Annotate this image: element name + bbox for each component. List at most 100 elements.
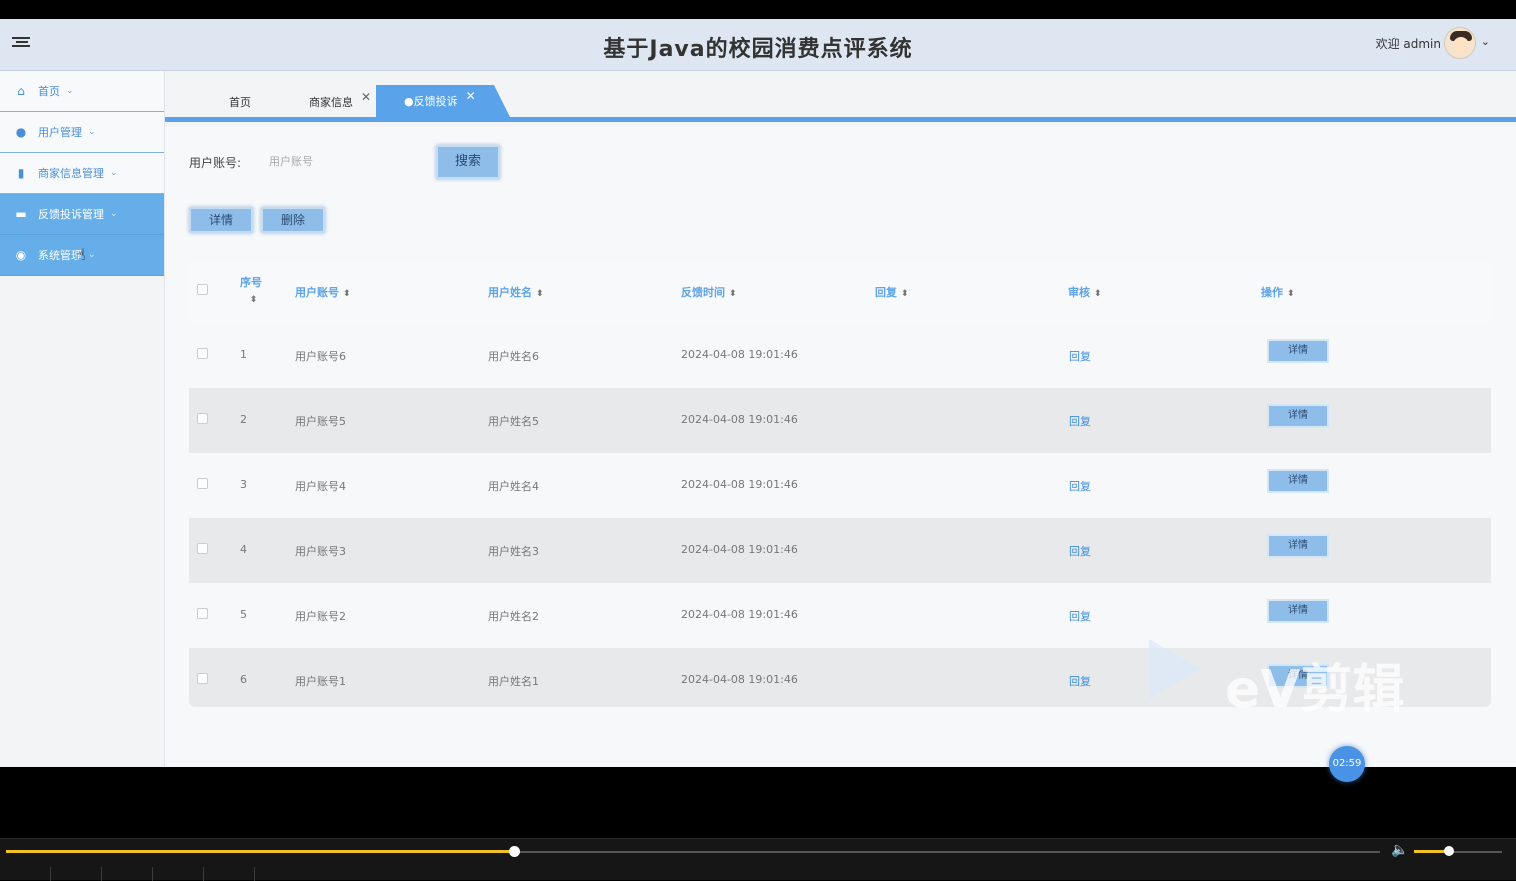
sidebar-item-feedback[interactable]: ▬ 反馈投诉管理 ⌄ [0, 194, 164, 235]
row-detail-button[interactable]: 详情 [1267, 339, 1329, 363]
row-checkbox[interactable] [197, 543, 208, 554]
column-header-name[interactable]: 用户姓名 ⬍ [488, 284, 544, 300]
row-time: 2024-04-08 19:01:46 [681, 348, 798, 361]
row-checkbox[interactable] [197, 413, 208, 424]
column-header-label: 审核 [1068, 286, 1090, 299]
row-time: 2024-04-08 19:01:46 [681, 608, 798, 621]
avatar[interactable] [1444, 27, 1476, 59]
column-header-time[interactable]: 反馈时间 ⬍ [681, 284, 737, 300]
row-name: 用户姓名4 [488, 480, 539, 493]
row-review-link[interactable]: 回复 [1069, 478, 1091, 494]
close-icon[interactable]: ✕ [466, 89, 476, 103]
row-checkbox[interactable] [197, 608, 208, 619]
row-account: 用户账号2 [295, 610, 346, 623]
row-checkbox[interactable] [197, 673, 208, 684]
control-strip [0, 867, 1516, 881]
welcome-text: 欢迎 admin [1375, 37, 1441, 51]
sort-icon[interactable]: ⬍ [1094, 289, 1102, 299]
delete-button[interactable]: 删除 [261, 207, 325, 233]
progress-handle[interactable] [509, 846, 521, 857]
sidebar-item-merchants[interactable]: ▮ 商家信息管理 ⌄ [0, 153, 164, 194]
row-time: 2024-04-08 19:01:46 [681, 478, 798, 491]
row-account: 用户账号3 [295, 545, 346, 558]
sidebar-item-label: 反馈投诉管理 [38, 208, 104, 221]
row-review-link[interactable]: 回复 [1069, 608, 1091, 624]
row-name: 用户姓名6 [488, 350, 539, 363]
row-account: 用户账号6 [295, 350, 346, 363]
sidebar-item-label: 首页 [38, 85, 60, 98]
column-header-review[interactable]: 审核 ⬍ [1068, 284, 1102, 300]
top-header: 基于Java的校园消费点评系统 欢迎 admin ⌄ [0, 19, 1516, 71]
detail-button[interactable]: 详情 [189, 207, 253, 233]
column-header-label: 操作 [1261, 286, 1283, 299]
tab-feedback[interactable]: ●反馈投诉 ✕ [376, 85, 510, 117]
row-detail-button[interactable]: 详情 [1267, 469, 1329, 493]
row-review-link[interactable]: 回复 [1069, 543, 1091, 559]
column-header-reply[interactable]: 回复 ⬍ [875, 284, 909, 300]
tab-bar: 首页 商家信息 ✕ ●反馈投诉 ✕ [165, 71, 1516, 122]
divider [101, 867, 102, 881]
sort-icon[interactable]: ⬍ [1287, 289, 1295, 299]
column-header-label: 序号 [240, 276, 262, 289]
sort-icon[interactable]: ⬍ [343, 289, 351, 299]
row-time: 2024-04-08 19:01:46 [681, 543, 798, 556]
table-header: 序号 ⬍ 用户账号 ⬍ 用户姓名 ⬍ 反馈时间 ⬍ 回复 ⬍ 审核 ⬍ 操作 ⬍ [189, 262, 1491, 323]
volume-handle[interactable] [1444, 846, 1455, 856]
row-index: 2 [240, 413, 247, 426]
row-detail-button[interactable]: 详情 [1267, 534, 1329, 558]
store-icon: ▮ [17, 166, 25, 180]
settings-icon: ◉ [15, 248, 27, 262]
sidebar-item-label: 商家信息管理 [38, 167, 104, 180]
sidebar-item-home[interactable]: ⌂ 首页 ⌄ [0, 71, 164, 112]
table-row: 5 用户账号2 用户姓名2 2024-04-08 19:01:46 回复 详情 [189, 583, 1491, 648]
sidebar-item-label: 用户管理 [38, 126, 82, 139]
close-icon[interactable]: ✕ [361, 90, 371, 104]
row-checkbox[interactable] [197, 478, 208, 489]
row-detail-button[interactable]: 详情 [1267, 404, 1329, 428]
column-header-index[interactable]: 序号 ⬍ [240, 274, 262, 305]
column-header-label: 用户姓名 [488, 286, 532, 299]
column-header-account[interactable]: 用户账号 ⬍ [295, 284, 351, 300]
sort-icon[interactable]: ⬍ [245, 295, 262, 305]
divider [50, 867, 51, 881]
row-review-link[interactable]: 回复 [1069, 348, 1091, 364]
chevron-down-icon[interactable]: ⌄ [1481, 35, 1490, 48]
tab-label: 首页 [229, 96, 251, 109]
feedback-icon: ▬ [15, 207, 27, 221]
divider [203, 867, 204, 881]
tab-label: 商家信息 [309, 96, 353, 109]
tab-home[interactable]: 首页 [229, 87, 251, 117]
row-index: 5 [240, 608, 247, 621]
select-all-checkbox[interactable] [197, 284, 208, 295]
search-input[interactable] [263, 147, 423, 175]
recording-timer: 02:59 [1329, 746, 1365, 782]
row-account: 用户账号5 [295, 415, 346, 428]
sort-icon[interactable]: ⬍ [901, 289, 909, 299]
divider [254, 867, 255, 881]
user-icon: ● [15, 125, 27, 139]
row-review-link[interactable]: 回复 [1069, 413, 1091, 429]
row-index: 6 [240, 673, 247, 686]
video-player-controls: 🔈 [0, 838, 1516, 881]
data-table: 序号 ⬍ 用户账号 ⬍ 用户姓名 ⬍ 反馈时间 ⬍ 回复 ⬍ 审核 ⬍ 操作 ⬍… [189, 262, 1491, 707]
sort-icon[interactable]: ⬍ [729, 289, 737, 299]
sort-icon[interactable]: ⬍ [536, 289, 544, 299]
table-row: 3 用户账号4 用户姓名4 2024-04-08 19:01:46 回复 详情 [189, 453, 1491, 518]
search-label: 用户账号: [189, 156, 242, 170]
column-header-label: 回复 [875, 286, 897, 299]
hand-cursor-icon: ☝ [76, 245, 86, 264]
row-review-link[interactable]: 回复 [1069, 673, 1091, 689]
row-detail-button[interactable]: 详情 [1267, 599, 1329, 623]
tab-merchant-info[interactable]: 商家信息 ✕ [309, 87, 371, 117]
search-button[interactable]: 搜索 [436, 145, 500, 179]
row-index: 4 [240, 543, 247, 556]
play-logo-icon [1149, 639, 1201, 699]
sidebar-item-users[interactable]: ● 用户管理 ⌄ [0, 112, 164, 153]
volume-icon[interactable]: 🔈 [1391, 842, 1408, 858]
row-index: 3 [240, 478, 247, 491]
sidebar-item-system[interactable]: ◉ 系统管理 ⌄ ☝ [0, 235, 164, 276]
column-header-operation[interactable]: 操作 ⬍ [1261, 284, 1295, 300]
row-checkbox[interactable] [197, 348, 208, 359]
table-row: 1 用户账号6 用户姓名6 2024-04-08 19:01:46 回复 详情 [189, 323, 1491, 388]
row-index: 1 [240, 348, 247, 361]
